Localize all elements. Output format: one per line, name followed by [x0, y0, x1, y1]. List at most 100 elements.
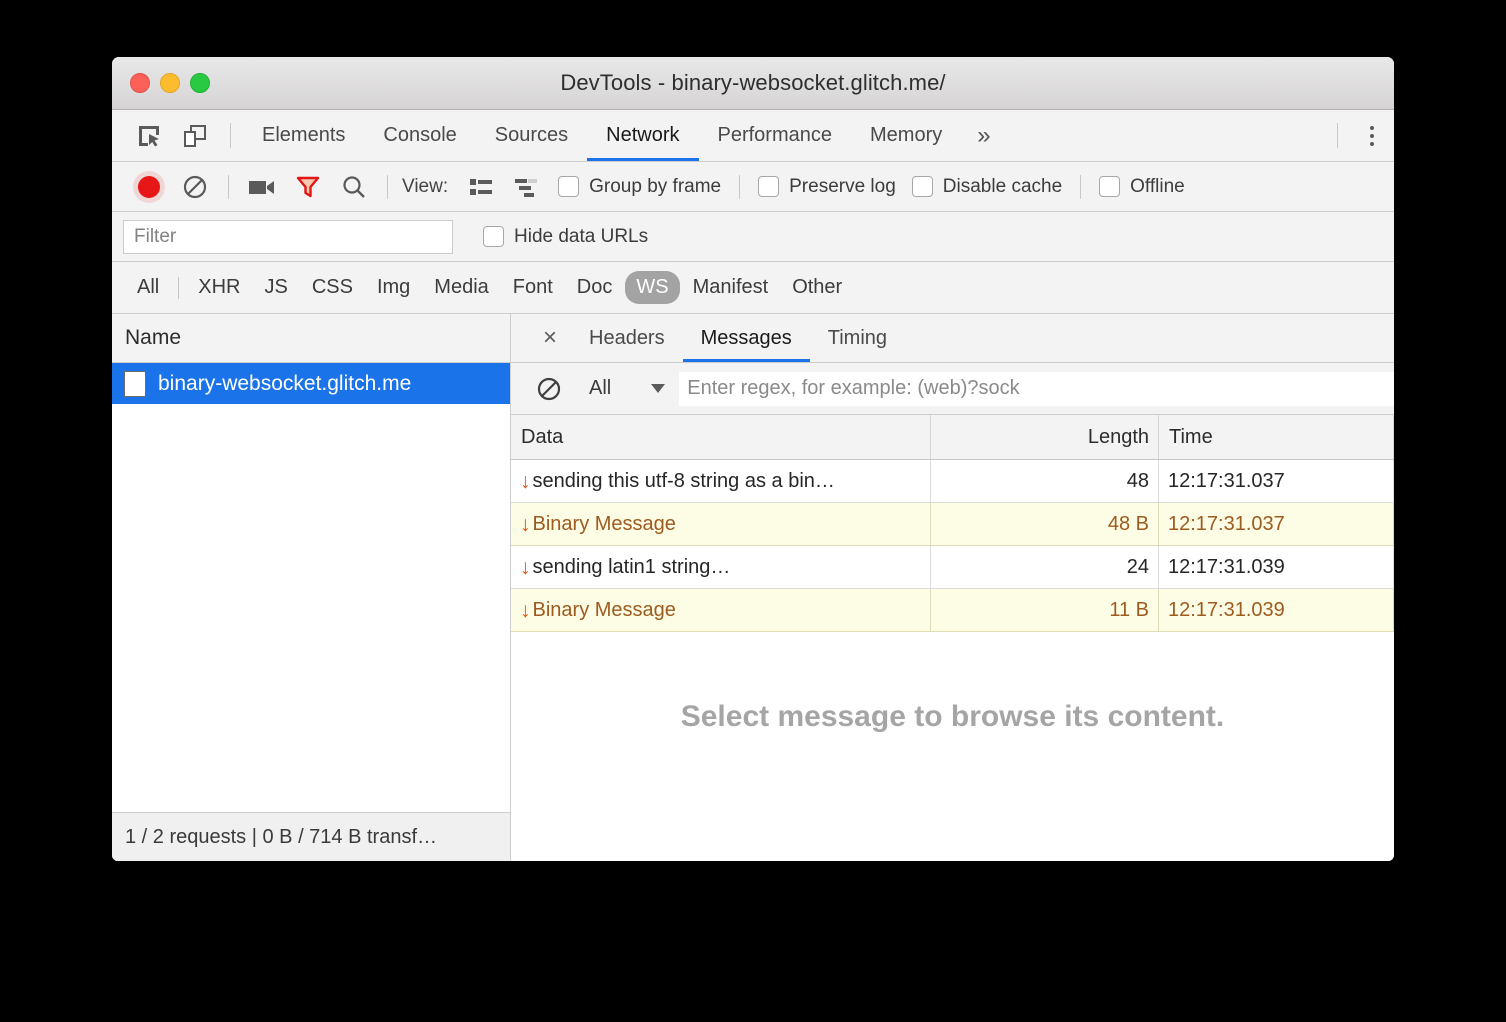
requests-column-header-name[interactable]: Name [112, 314, 510, 363]
request-name: binary-websocket.glitch.me [158, 372, 411, 396]
arrow-down-icon: ↓ [520, 600, 531, 621]
column-header-length[interactable]: Length [931, 415, 1159, 459]
message-row[interactable]: ↓ sending this utf-8 string as a bin… 48… [511, 460, 1394, 503]
filter-button[interactable] [285, 167, 331, 207]
tab-label: Headers [589, 327, 665, 350]
filter-input[interactable] [123, 220, 453, 254]
large-request-rows-button[interactable] [458, 167, 504, 207]
kebab-menu-icon[interactable] [1350, 110, 1394, 161]
type-chip-doc[interactable]: Doc [566, 271, 624, 304]
record-button[interactable] [126, 167, 172, 207]
camera-icon [248, 176, 276, 198]
message-regex-input[interactable] [679, 372, 1394, 406]
type-chip-all[interactable]: All [126, 271, 170, 304]
tab-timing[interactable]: Timing [810, 314, 905, 362]
record-icon [138, 176, 160, 198]
capture-overview-button[interactable] [504, 167, 550, 207]
messages-table: Data Length Time ↓ sending this utf-8 st… [511, 415, 1394, 632]
detail-tab-bar: × Headers Messages Timing [511, 314, 1394, 363]
arrow-down-icon: ↓ [520, 557, 531, 578]
type-chip-css[interactable]: CSS [301, 271, 364, 304]
message-row[interactable]: ↓ Binary Message 48 B 12:17:31.037 [511, 503, 1394, 546]
tab-messages[interactable]: Messages [683, 314, 810, 362]
hide-data-urls-checkbox[interactable]: Hide data URLs [475, 226, 656, 248]
message-row[interactable]: ↓ sending latin1 string… 24 12:17:31.039 [511, 546, 1394, 589]
window-controls [130, 73, 210, 93]
tab-label: Messages [701, 327, 792, 350]
capture-screenshots-button[interactable] [239, 167, 285, 207]
network-toolbar: View: Group by frame Preserve log [112, 162, 1394, 212]
checkbox-label: Preserve log [789, 176, 896, 198]
type-chip-manifest[interactable]: Manifest [682, 271, 780, 304]
tab-network[interactable]: Network [587, 110, 698, 161]
message-type-select[interactable]: All [575, 377, 675, 400]
tab-console[interactable]: Console [364, 110, 475, 161]
resource-type-filter-row: All XHR JS CSS Img Media Font Doc WS Man… [112, 262, 1394, 314]
tab-headers[interactable]: Headers [571, 314, 683, 362]
message-data-cell: ↓ Binary Message [511, 503, 931, 545]
divider [387, 175, 388, 199]
type-chip-media[interactable]: Media [423, 271, 499, 304]
type-chip-other[interactable]: Other [781, 271, 853, 304]
inspect-element-icon[interactable] [126, 110, 172, 161]
message-row[interactable]: ↓ Binary Message 11 B 12:17:31.039 [511, 589, 1394, 632]
type-chip-font[interactable]: Font [502, 271, 564, 304]
arrow-down-icon: ↓ [520, 471, 531, 492]
document-icon [124, 371, 146, 397]
window-title: DevTools - binary-websocket.glitch.me/ [560, 70, 945, 96]
message-length-cell: 11 B [931, 589, 1159, 631]
request-detail-pane: × Headers Messages Timing All [511, 314, 1394, 861]
message-data-text: Binary Message [533, 513, 676, 536]
maximize-window-button[interactable] [190, 73, 210, 93]
message-time-cell: 12:17:31.037 [1159, 503, 1394, 545]
disable-cache-checkbox[interactable]: Disable cache [904, 176, 1070, 198]
type-chip-ws[interactable]: WS [625, 271, 679, 304]
checkbox-box [1099, 176, 1120, 197]
checkbox-label: Group by frame [589, 176, 721, 198]
waterfall-view-icon [514, 176, 540, 198]
divider [1080, 175, 1081, 199]
search-button[interactable] [331, 167, 377, 207]
filter-row: Hide data URLs [112, 212, 1394, 262]
tab-label: Network [606, 124, 679, 147]
close-window-button[interactable] [130, 73, 150, 93]
tab-performance[interactable]: Performance [699, 110, 852, 161]
view-label: View: [398, 176, 458, 198]
request-row-binary-websocket[interactable]: binary-websocket.glitch.me [112, 363, 510, 404]
divider [739, 175, 740, 199]
offline-checkbox[interactable]: Offline [1091, 176, 1193, 198]
list-view-icon [469, 176, 493, 198]
group-by-frame-checkbox[interactable]: Group by frame [550, 176, 729, 198]
type-chip-js[interactable]: JS [253, 271, 298, 304]
preserve-log-checkbox[interactable]: Preserve log [750, 176, 904, 198]
more-tabs-icon[interactable]: » [961, 110, 1006, 161]
message-data-text: Binary Message [533, 599, 676, 622]
message-length-cell: 24 [931, 546, 1159, 588]
clear-button[interactable] [172, 167, 218, 207]
type-chip-img[interactable]: Img [366, 271, 421, 304]
network-status-bar: 1 / 2 requests | 0 B / 714 B transf… [112, 812, 510, 861]
message-data-cell: ↓ sending latin1 string… [511, 546, 931, 588]
type-chip-xhr[interactable]: XHR [187, 271, 251, 304]
clear-messages-icon[interactable] [527, 376, 571, 402]
tab-memory[interactable]: Memory [851, 110, 961, 161]
more-tabs-label: » [977, 122, 990, 150]
request-list-pane: Name binary-websocket.glitch.me 1 / 2 re… [112, 314, 511, 861]
tab-bar-right-group [1325, 110, 1394, 161]
device-toolbar-icon[interactable] [172, 110, 218, 161]
title-bar: DevTools - binary-websocket.glitch.me/ [112, 57, 1394, 110]
tab-sources[interactable]: Sources [476, 110, 587, 161]
clear-icon [182, 174, 208, 200]
minimize-window-button[interactable] [160, 73, 180, 93]
close-detail-icon[interactable]: × [529, 314, 571, 362]
message-data-text: sending latin1 string… [533, 556, 731, 579]
arrow-down-icon: ↓ [520, 514, 531, 535]
filter-funnel-icon [295, 175, 321, 199]
column-header-time[interactable]: Time [1159, 415, 1394, 459]
message-time-cell: 12:17:31.037 [1159, 460, 1394, 502]
request-list: binary-websocket.glitch.me [112, 363, 510, 812]
chevron-down-icon [651, 384, 665, 393]
tab-elements[interactable]: Elements [243, 110, 364, 161]
message-data-cell: ↓ sending this utf-8 string as a bin… [511, 460, 931, 502]
column-header-data[interactable]: Data [511, 415, 931, 459]
